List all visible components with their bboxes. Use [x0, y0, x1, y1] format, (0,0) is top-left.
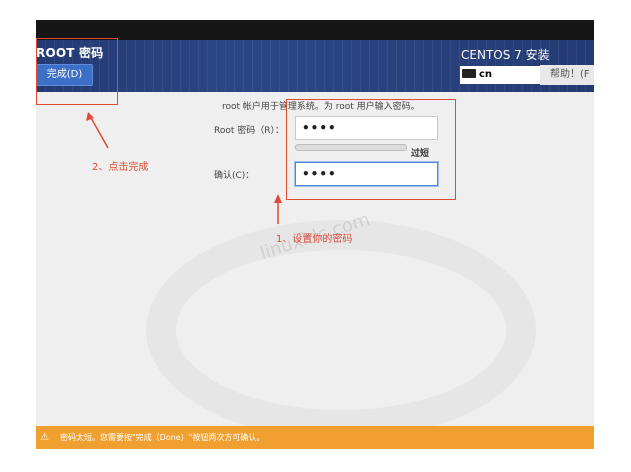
arrow-to-done: [89, 115, 109, 149]
annotation-step2: 2、点击完成: [92, 162, 149, 173]
annotation-step1: 1、设置你的密码: [276, 234, 353, 245]
arrow-head-password: [274, 194, 282, 203]
